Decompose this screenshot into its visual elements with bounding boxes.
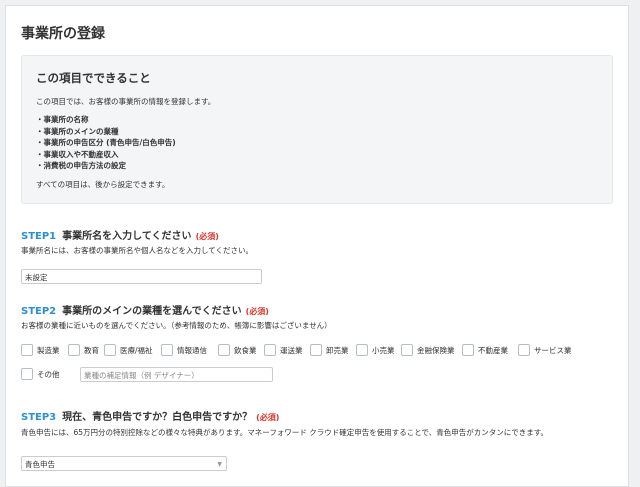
chevron-down-icon: ▼ bbox=[217, 461, 222, 468]
industry-checkbox-service[interactable]: サービス業 bbox=[518, 344, 572, 356]
checkbox-box[interactable] bbox=[21, 368, 33, 380]
info-description: この項目では、お客様の事業所の情報を登録します。 bbox=[36, 97, 216, 106]
step2-number: STEP2 bbox=[21, 306, 57, 317]
step1-heading: STEP1 事業所名を入力してください (必須) bbox=[21, 227, 219, 242]
filing-type-select[interactable]: 青色申告 ▼ bbox=[21, 456, 227, 471]
business-name-input[interactable]: 未設定 bbox=[21, 269, 262, 284]
industry-other-input[interactable]: 業種の補足情報（例 デザイナー） bbox=[80, 367, 273, 382]
checkbox-label: サービス業 bbox=[534, 345, 572, 355]
step3-heading: STEP3 現在、青色申告ですか？白色申告ですか？ (必須) bbox=[21, 408, 279, 423]
step3-title: 現在、青色申告ですか？白色申告ですか？ bbox=[62, 412, 253, 423]
info-item: ・事業所のメインの業種 bbox=[36, 126, 119, 136]
checkbox-label: 製造業 bbox=[37, 345, 60, 355]
industry-other-row: その他 業種の補足情報（例 デザイナー） bbox=[21, 367, 621, 383]
checkbox-box[interactable] bbox=[104, 344, 116, 356]
step1-title: 事業所名を入力してください bbox=[62, 231, 192, 242]
info-item: ・事業収入や不動産収入 bbox=[36, 149, 119, 159]
checkbox-box[interactable] bbox=[462, 344, 474, 356]
industry-checkbox-retail[interactable]: 小売業 bbox=[356, 344, 395, 356]
checkbox-label: 飲食業 bbox=[234, 345, 257, 355]
checkbox-label: 情報通信 bbox=[177, 345, 207, 355]
step3-description: 青色申告には、65万円分の特別控除などの様々な特典があります。マネーフォワード … bbox=[21, 428, 548, 437]
checkbox-box[interactable] bbox=[68, 344, 80, 356]
checkbox-box[interactable] bbox=[21, 344, 33, 356]
industry-checkbox-it[interactable]: 情報通信 bbox=[161, 344, 207, 356]
step3-required-badge: (必須) bbox=[256, 413, 280, 422]
step3-number: STEP3 bbox=[21, 412, 57, 423]
filing-type-value: 青色申告 bbox=[25, 460, 55, 469]
info-title: この項目でできること bbox=[36, 71, 151, 85]
step1-number: STEP1 bbox=[21, 231, 57, 242]
step2-heading: STEP2 事業所のメインの業種を選んでください (必須) bbox=[21, 302, 269, 317]
checkbox-box[interactable] bbox=[356, 344, 368, 356]
industry-options: 製造業 教育 医療/福祉 情報通信 飲食業 運送業 卸売業 小売業 金融保険業 … bbox=[21, 344, 621, 358]
page-title: 事業所の登録 bbox=[21, 26, 105, 42]
registration-card: 事業所の登録 この項目でできること この項目では、お客様の事業所の情報を登録しま… bbox=[5, 5, 629, 487]
step2-description: お客様の業種に近いものを選んでください。（参考情報のため、帳簿に影響はございませ… bbox=[21, 321, 332, 330]
industry-checkbox-education[interactable]: 教育 bbox=[68, 344, 99, 356]
step2-required-badge: (必須) bbox=[245, 307, 269, 316]
checkbox-box[interactable] bbox=[161, 344, 173, 356]
checkbox-label: 小売業 bbox=[372, 345, 395, 355]
checkbox-label: 医療/福祉 bbox=[120, 345, 153, 355]
checkbox-label: その他 bbox=[37, 369, 60, 379]
info-item: ・消費税の申告方法の設定 bbox=[36, 161, 126, 170]
checkbox-label: 教育 bbox=[84, 345, 99, 355]
checkbox-box[interactable] bbox=[518, 344, 530, 356]
industry-checkbox-real-estate[interactable]: 不動産業 bbox=[462, 344, 508, 356]
industry-checkbox-medical[interactable]: 医療/福祉 bbox=[104, 344, 153, 356]
info-item: ・事業所の申告区分 (青色申告/白色申告) bbox=[36, 138, 176, 147]
info-list: ・事業所の名称 ・事業所のメインの業種 ・事業所の申告区分 (青色申告/白色申告… bbox=[36, 114, 176, 172]
checkbox-box[interactable] bbox=[401, 344, 413, 356]
checkbox-box[interactable] bbox=[264, 344, 276, 356]
industry-checkbox-finance[interactable]: 金融保険業 bbox=[401, 344, 455, 356]
industry-checkbox-manufacturing[interactable]: 製造業 bbox=[21, 344, 60, 356]
info-item: ・事業所の名称 bbox=[36, 115, 89, 124]
checkbox-label: 運送業 bbox=[280, 345, 303, 355]
checkbox-label: 金融保険業 bbox=[417, 345, 455, 355]
info-note: すべての項目は、後から設定できます。 bbox=[36, 180, 170, 189]
industry-checkbox-other[interactable]: その他 bbox=[21, 368, 60, 380]
checkbox-box[interactable] bbox=[218, 344, 230, 356]
info-box: この項目でできること この項目では、お客様の事業所の情報を登録します。 ・事業所… bbox=[21, 55, 613, 204]
industry-checkbox-food[interactable]: 飲食業 bbox=[218, 344, 257, 356]
industry-checkbox-transport[interactable]: 運送業 bbox=[264, 344, 303, 356]
industry-checkbox-wholesale[interactable]: 卸売業 bbox=[310, 344, 349, 356]
step2-title: 事業所のメインの業種を選んでください bbox=[62, 306, 242, 317]
checkbox-box[interactable] bbox=[310, 344, 322, 356]
checkbox-label: 不動産業 bbox=[478, 345, 508, 355]
checkbox-label: 卸売業 bbox=[326, 345, 349, 355]
step1-description: 事業所名には、お客様の事業所名や個人名などを入力してください。 bbox=[21, 246, 254, 255]
step1-required-badge: (必須) bbox=[195, 232, 219, 241]
